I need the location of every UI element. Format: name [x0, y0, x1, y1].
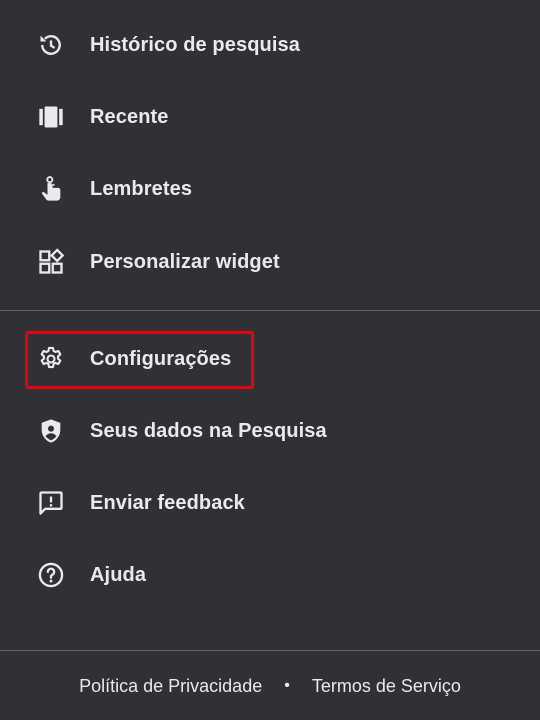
- help-icon: [36, 560, 66, 590]
- menu-item-your-data[interactable]: Seus dados na Pesquisa: [0, 395, 540, 467]
- footer-divider: [0, 650, 540, 651]
- menu-divider: [0, 310, 540, 311]
- reminder-hand-icon: [36, 174, 66, 204]
- history-icon: [36, 30, 66, 60]
- gear-icon: [36, 344, 66, 374]
- footer: Política de Privacidade • Termos de Serv…: [0, 652, 540, 720]
- widgets-icon: [36, 247, 66, 277]
- menu-item-label: Recente: [90, 105, 169, 128]
- menu-item-recent[interactable]: Recente: [0, 81, 540, 153]
- recent-cards-icon: [36, 102, 66, 132]
- footer-separator: •: [284, 677, 290, 694]
- menu-item-search-history[interactable]: Histórico de pesquisa: [0, 9, 540, 81]
- privacy-policy-link[interactable]: Política de Privacidade: [79, 676, 262, 697]
- menu-item-label: Histórico de pesquisa: [90, 33, 300, 56]
- menu-item-label: Enviar feedback: [90, 491, 245, 514]
- menu-item-label: Lembretes: [90, 177, 193, 200]
- shield-person-icon: [36, 416, 66, 446]
- menu-item-reminders[interactable]: Lembretes: [0, 153, 540, 225]
- menu-item-customize-widget[interactable]: Personalizar widget: [0, 226, 540, 298]
- side-menu: Histórico de pesquisa Recente Lembretes …: [0, 0, 540, 720]
- terms-of-service-link[interactable]: Termos de Serviço: [312, 676, 461, 697]
- menu-item-settings[interactable]: Configurações: [0, 323, 540, 395]
- feedback-icon: [36, 488, 66, 518]
- menu-item-label: Seus dados na Pesquisa: [90, 419, 327, 442]
- menu-item-send-feedback[interactable]: Enviar feedback: [0, 467, 540, 539]
- menu-item-help[interactable]: Ajuda: [0, 539, 540, 611]
- menu-item-label: Configurações: [90, 347, 232, 370]
- menu-item-label: Personalizar widget: [90, 250, 280, 273]
- menu-item-label: Ajuda: [90, 563, 147, 586]
